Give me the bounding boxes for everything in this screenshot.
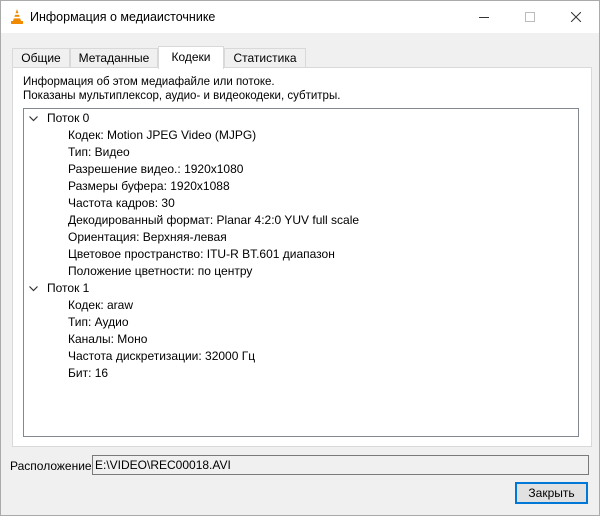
close-button[interactable]: Закрыть (515, 482, 588, 504)
close-window-button[interactable] (553, 1, 599, 33)
chevron-down-icon[interactable] (28, 280, 38, 297)
stream-1-prop[interactable]: Каналы: Моно (68, 331, 147, 348)
stream-1-prop[interactable]: Тип: Аудио (68, 314, 129, 331)
tab-general[interactable]: Общие (12, 48, 70, 67)
stream-0-prop[interactable]: Декодированный формат: Planar 4:2:0 YUV … (68, 212, 359, 229)
location-label: Расположение: (10, 459, 95, 473)
stream-1-prop[interactable]: Частота дискретизации: 32000 Гц (68, 348, 255, 365)
stream-1-header[interactable]: Поток 1 (47, 280, 89, 297)
maximize-icon (525, 12, 535, 22)
codecs-panel: Информация об этом медиафайле или потоке… (12, 67, 592, 447)
info-text-line-1: Информация об этом медиафайле или потоке… (23, 76, 275, 88)
stream-0-prop[interactable]: Разрешение видео.: 1920x1080 (68, 161, 243, 178)
close-icon (571, 12, 581, 22)
stream-0-prop[interactable]: Частота кадров: 30 (68, 195, 175, 212)
stream-1-prop[interactable]: Кодек: araw (68, 297, 133, 314)
vlc-cone-icon (10, 9, 24, 25)
stream-1-prop[interactable]: Бит: 16 (68, 365, 108, 382)
stream-0-prop[interactable]: Положение цветности: по центру (68, 263, 252, 280)
maximize-button[interactable] (507, 1, 553, 33)
codec-tree[interactable]: Поток 0 Кодек: Motion JPEG Video (MJPG) … (23, 108, 579, 437)
minimize-icon (479, 17, 489, 18)
minimize-button[interactable] (461, 1, 507, 33)
stream-0-prop[interactable]: Тип: Видео (68, 144, 130, 161)
info-text-line-2: Показаны мультиплексор, аудио- и видеоко… (23, 90, 341, 102)
window-title: Информация о медиаисточнике (30, 10, 216, 24)
stream-0-header[interactable]: Поток 0 (47, 110, 89, 127)
tab-statistics[interactable]: Статистика (224, 48, 306, 67)
tab-metadata[interactable]: Метаданные (70, 48, 158, 67)
media-info-window: Информация о медиаисточнике Общие Метада… (0, 0, 600, 516)
tab-codecs[interactable]: Кодеки (158, 46, 224, 69)
stream-0-prop[interactable]: Кодек: Motion JPEG Video (MJPG) (68, 127, 256, 144)
stream-0-prop[interactable]: Размеры буфера: 1920x1088 (68, 178, 230, 195)
title-bar[interactable]: Информация о медиаисточнике (1, 1, 599, 33)
stream-0-prop[interactable]: Цветовое пространство: ITU-R BT.601 диап… (68, 246, 335, 263)
stream-0-prop[interactable]: Ориентация: Верхняя-левая (68, 229, 227, 246)
location-field[interactable]: E:\VIDEO\REC00018.AVI (92, 455, 589, 475)
chevron-down-icon[interactable] (28, 110, 38, 127)
